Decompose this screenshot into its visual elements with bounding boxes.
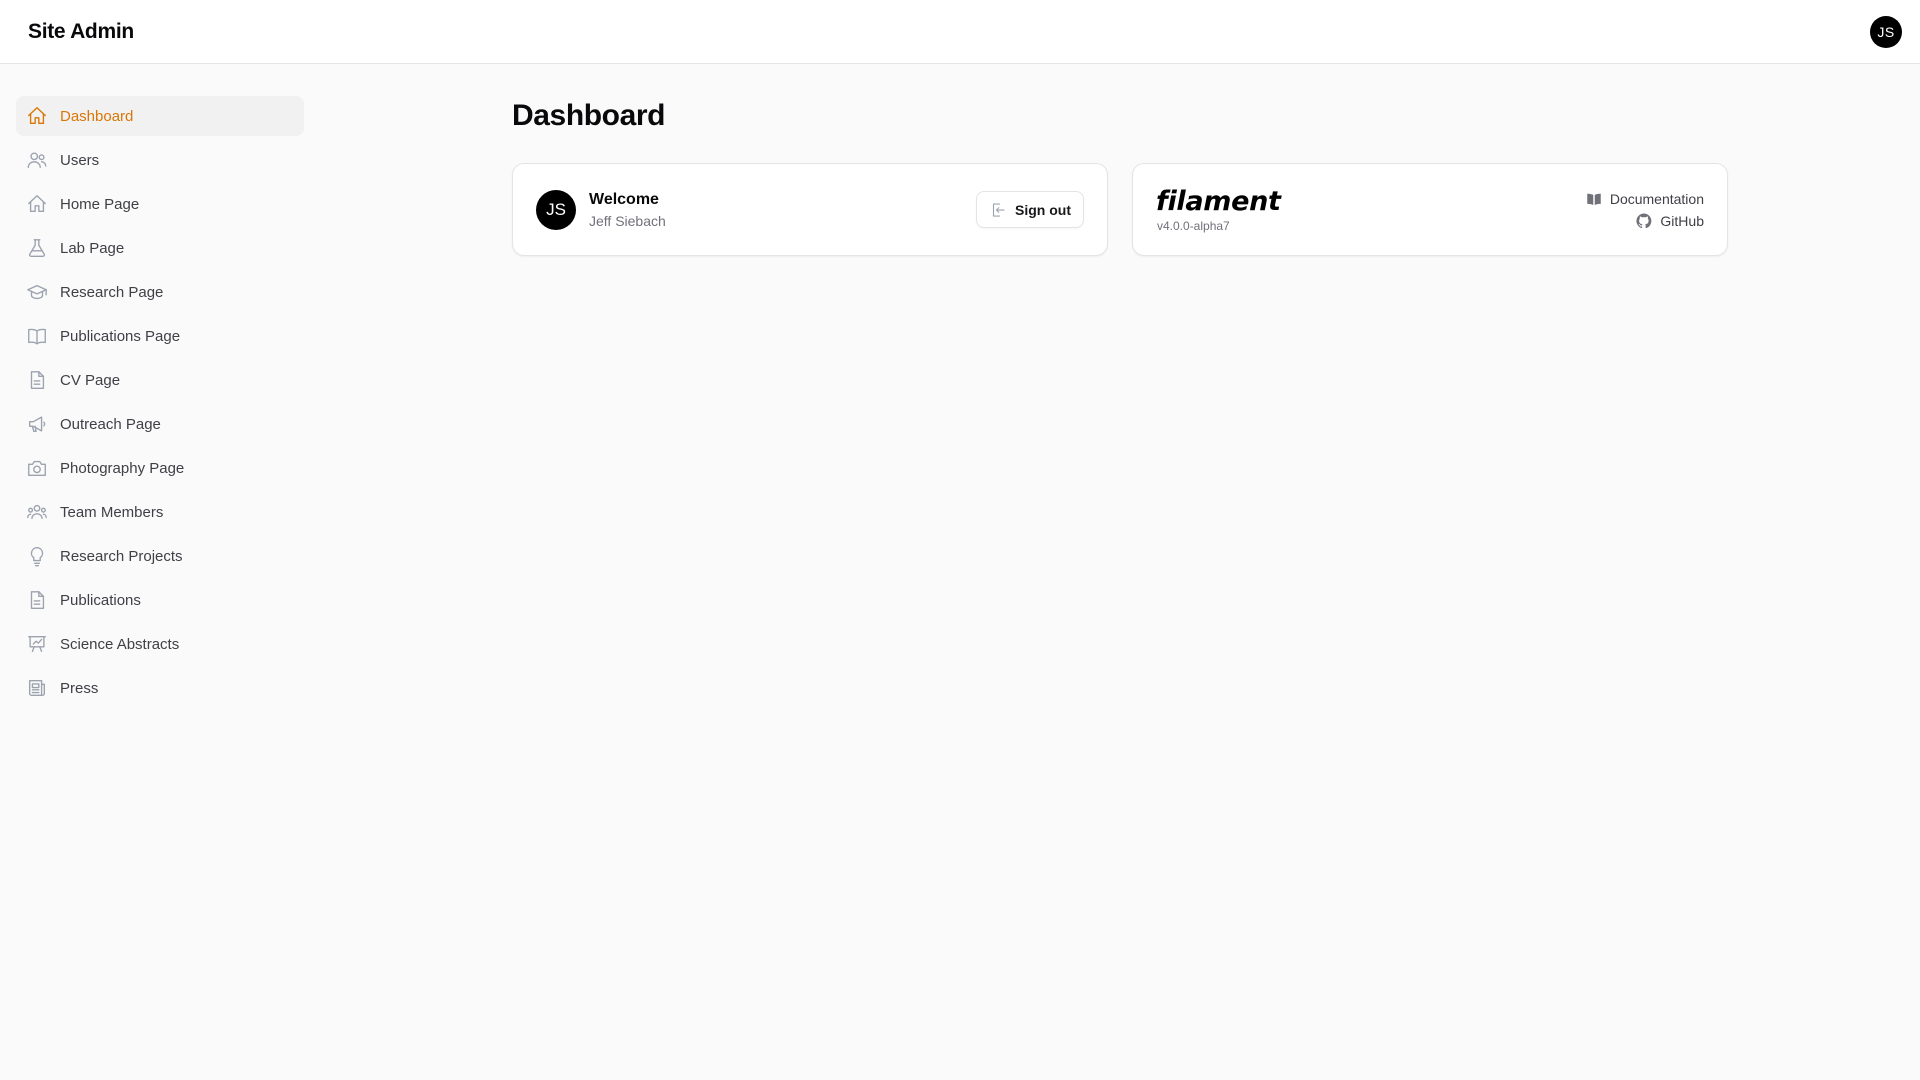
sidebar-item-research-projects[interactable]: Research Projects: [16, 536, 304, 576]
sidebar-item-research-page[interactable]: Research Page: [16, 272, 304, 312]
sidebar-item-label: Team Members: [60, 503, 164, 521]
documentation-label: Documentation: [1609, 190, 1704, 207]
sign-out-label: Sign out: [1015, 201, 1071, 218]
sidebar-item-label: Research Page: [60, 283, 164, 301]
sign-out-icon: [992, 202, 1005, 217]
user-avatar-button[interactable]: JS: [1870, 15, 1902, 48]
main-content: Dashboard JS Welcome Jeff Siebach Sign o…: [512, 96, 1728, 256]
sidebar-item-label: Outreach Page: [60, 415, 161, 433]
sidebar-item-publications-page[interactable]: Publications Page: [16, 316, 304, 356]
book-open-icon: [25, 324, 49, 348]
sidebar-item-label: Press: [60, 679, 99, 697]
filament-brand: filament v4.0.0-alpha7: [1156, 186, 1281, 233]
sidebar-item-publications[interactable]: Publications: [16, 580, 304, 620]
presentation-chart-icon: [25, 632, 49, 656]
megaphone-icon: [25, 412, 49, 436]
sidebar-item-team-members[interactable]: Team Members: [16, 492, 304, 532]
sidebar-item-label: Science Abstracts: [60, 635, 180, 653]
sidebar-item-label: Dashboard: [60, 107, 134, 125]
filament-info-card: filament v4.0.0-alpha7 Documentation Git…: [1132, 163, 1728, 256]
avatar: JS: [536, 189, 576, 230]
users-icon: [25, 148, 49, 172]
document-icon: [25, 368, 49, 392]
documentation-link[interactable]: Documentation: [1585, 190, 1704, 208]
welcome-title: Welcome: [589, 190, 659, 208]
home-icon: [25, 192, 49, 216]
home-icon: [25, 104, 49, 128]
filament-version: v4.0.0-alpha7: [1157, 218, 1230, 233]
brand-title[interactable]: Site Admin: [28, 20, 134, 44]
github-label: GitHub: [1660, 212, 1704, 229]
sidebar-item-science-abstracts[interactable]: Science Abstracts: [16, 624, 304, 664]
filament-links: Documentation GitHub: [1585, 190, 1704, 230]
sidebar-item-photography-page[interactable]: Photography Page: [16, 448, 304, 488]
github-link[interactable]: GitHub: [1635, 212, 1704, 230]
sidebar-item-label: Users: [60, 151, 100, 169]
sidebar-item-press[interactable]: Press: [16, 668, 304, 708]
welcome-card: JS Welcome Jeff Siebach Sign out: [512, 163, 1108, 256]
user-name: Jeff Siebach: [589, 212, 666, 229]
sidebar: Dashboard Users Home Page Lab Page Resea…: [16, 96, 304, 712]
welcome-text: Welcome Jeff Siebach: [589, 189, 666, 231]
github-icon: [1636, 212, 1652, 228]
sidebar-item-home-page[interactable]: Home Page: [16, 184, 304, 224]
top-bar: Site Admin JS: [0, 0, 1920, 64]
sidebar-item-label: Publications: [60, 591, 141, 609]
sign-out-button[interactable]: Sign out: [976, 191, 1084, 228]
sidebar-item-label: Home Page: [60, 195, 140, 213]
welcome-info: JS Welcome Jeff Siebach: [536, 189, 666, 231]
sidebar-item-label: Research Projects: [60, 547, 183, 565]
document-text-icon: [25, 588, 49, 612]
sidebar-item-label: Photography Page: [60, 459, 185, 477]
newspaper-icon: [25, 676, 49, 700]
sidebar-item-label: Publications Page: [60, 327, 181, 345]
book-icon: [1587, 193, 1601, 205]
sidebar-item-outreach-page[interactable]: Outreach Page: [16, 404, 304, 444]
sidebar-item-users[interactable]: Users: [16, 140, 304, 180]
camera-icon: [25, 456, 49, 480]
widget-row: JS Welcome Jeff Siebach Sign out filamen…: [512, 163, 1728, 256]
sidebar-item-lab-page[interactable]: Lab Page: [16, 228, 304, 268]
sidebar-item-label: Lab Page: [60, 239, 125, 257]
filament-logo[interactable]: filament: [1156, 186, 1281, 217]
sidebar-item-cv-page[interactable]: CV Page: [16, 360, 304, 400]
sidebar-item-dashboard[interactable]: Dashboard: [16, 96, 304, 136]
user-group-icon: [25, 500, 49, 524]
sidebar-item-label: CV Page: [60, 371, 121, 389]
academic-cap-icon: [25, 280, 49, 304]
page-title: Dashboard: [512, 99, 666, 132]
light-bulb-icon: [25, 544, 49, 568]
beaker-icon: [25, 236, 49, 260]
